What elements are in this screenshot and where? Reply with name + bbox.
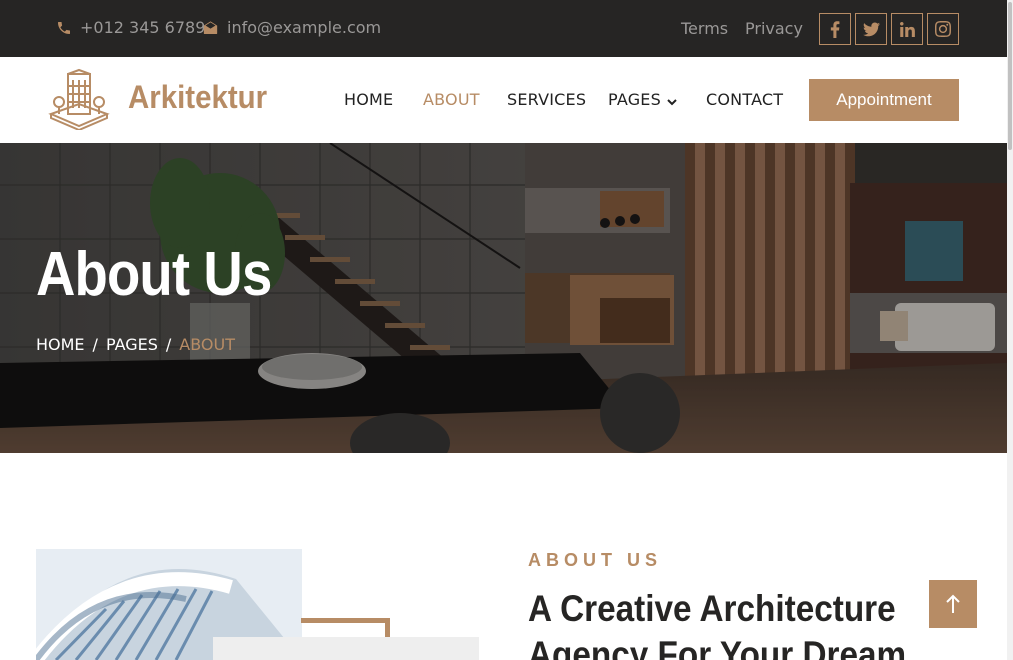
building-logo-icon[interactable] <box>47 68 111 134</box>
appointment-button[interactable]: Appointment <box>809 79 959 121</box>
breadcrumb-pages[interactable]: PAGES <box>106 335 158 354</box>
nav-about[interactable]: ABOUT <box>423 90 480 109</box>
phone-text: +012 345 6789 <box>80 18 206 37</box>
main-navbar: Arkitektur HOME ABOUT SERVICES PAGES CON… <box>0 57 1007 143</box>
section-title: A Creative Architecture Agency For Your … <box>528 586 906 660</box>
back-to-top-button[interactable] <box>929 580 977 628</box>
facebook-button[interactable] <box>819 13 851 45</box>
breadcrumb: HOME / PAGES / ABOUT <box>36 335 235 354</box>
instagram-icon <box>935 21 951 37</box>
nav-pages-label: PAGES <box>608 90 661 109</box>
nav-services[interactable]: SERVICES <box>507 90 586 109</box>
nav-pages[interactable]: PAGES <box>608 90 677 110</box>
linkedin-icon <box>899 21 915 37</box>
hero-banner: About Us HOME / PAGES / ABOUT <box>0 143 1007 453</box>
facebook-icon <box>830 20 840 38</box>
privacy-link[interactable]: Privacy <box>745 19 803 38</box>
brand-name[interactable]: Arkitektur <box>128 79 267 116</box>
instagram-button[interactable] <box>927 13 959 45</box>
nav-contact[interactable]: CONTACT <box>706 90 783 109</box>
page-scrollbar[interactable] <box>1007 0 1013 660</box>
envelope-open-icon <box>203 20 218 34</box>
decorative-grey-box <box>213 637 479 660</box>
email-contact[interactable]: info@example.com <box>202 18 381 37</box>
phone-contact[interactable]: +012 345 6789 <box>56 18 205 37</box>
twitter-button[interactable] <box>855 13 887 45</box>
linkedin-button[interactable] <box>891 13 923 45</box>
scrollbar-thumb[interactable] <box>1008 2 1012 150</box>
email-text: info@example.com <box>227 18 382 37</box>
arrow-up-icon <box>946 594 960 613</box>
top-bar: +012 345 6789 info@example.com Terms Pri… <box>0 0 1007 57</box>
twitter-icon <box>862 21 880 36</box>
breadcrumb-home[interactable]: HOME <box>36 335 85 354</box>
page-title: About Us <box>36 240 272 309</box>
section-title-line-1: A Creative Architecture <box>528 588 896 629</box>
breadcrumb-separator: / <box>92 335 98 354</box>
phone-icon <box>58 21 70 34</box>
nav-home[interactable]: HOME <box>344 90 393 109</box>
breadcrumb-separator: / <box>165 335 172 354</box>
breadcrumb-current: ABOUT <box>179 335 235 354</box>
section-tag: ABOUT US <box>528 550 662 570</box>
terms-link[interactable]: Terms <box>681 19 728 38</box>
chevron-down-icon <box>667 91 677 110</box>
section-title-line-2: Agency For Your Dream <box>528 634 907 660</box>
